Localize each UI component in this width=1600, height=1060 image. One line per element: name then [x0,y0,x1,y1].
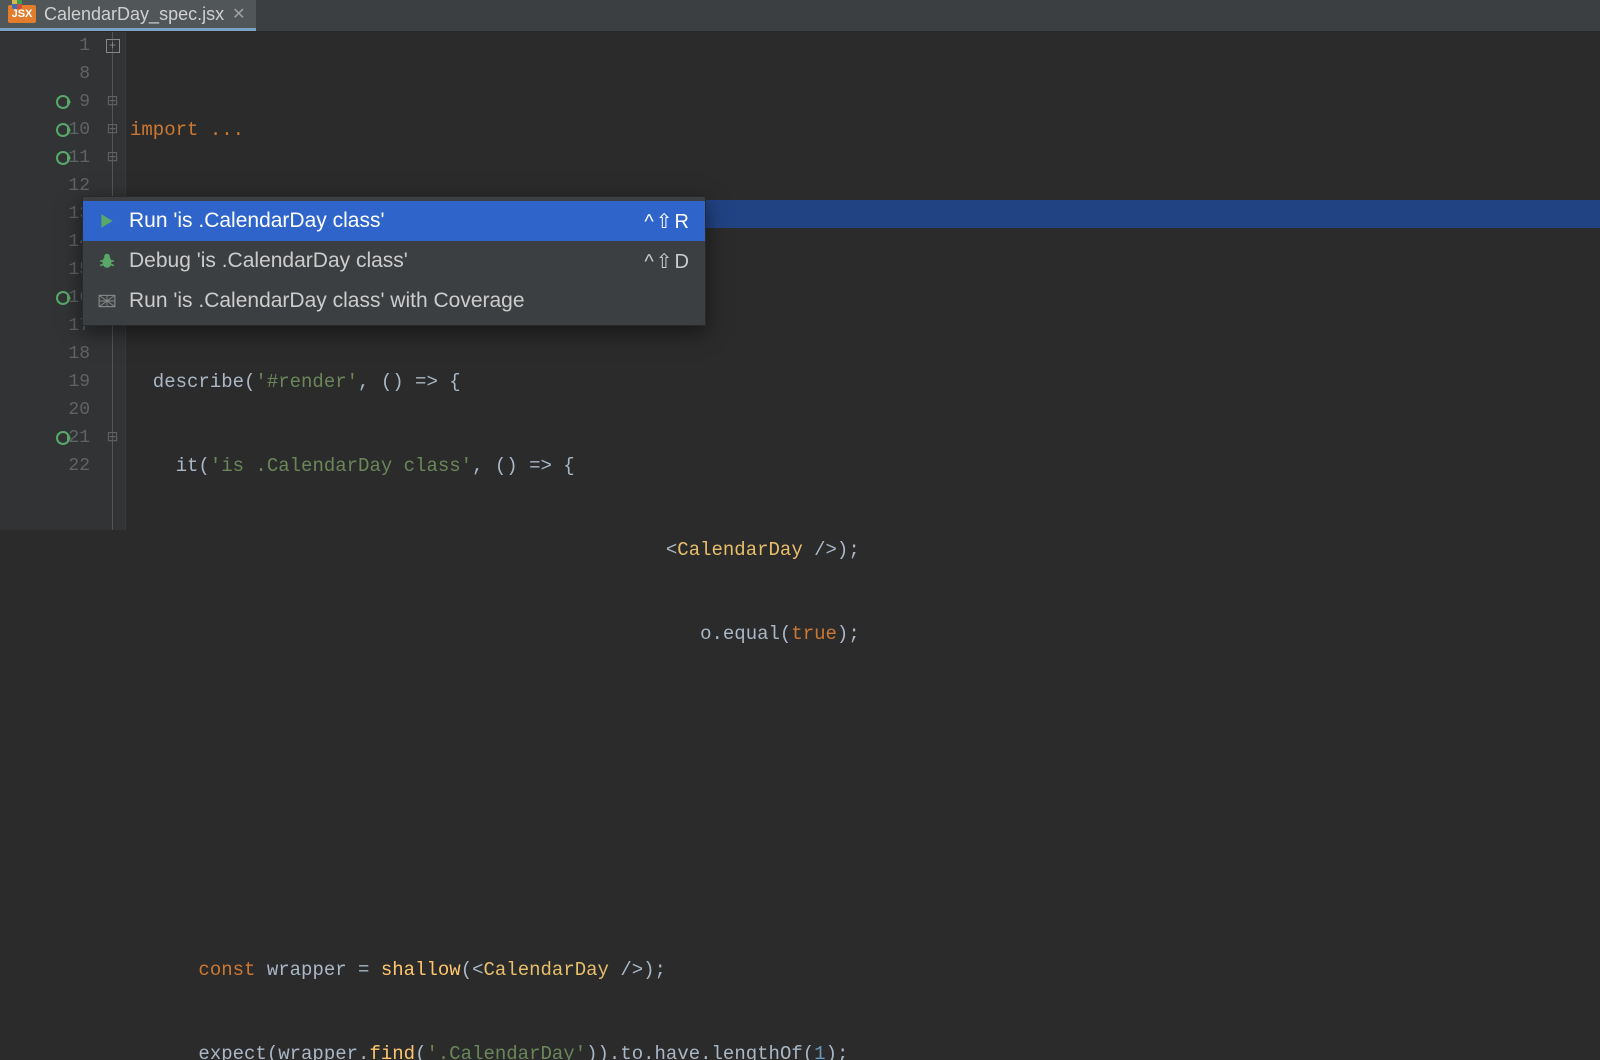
code-line: it('is .CalendarDay class', () => { [130,452,1600,480]
run-gutter-icon[interactable] [56,120,72,136]
code-line: expect(wrapper.find('.CalendarDay')).to.… [130,1040,1600,1060]
menu-item-label: Run 'is .CalendarDay class' [129,209,632,233]
line-number: 20 [0,396,90,424]
line-number: 12 [0,172,90,200]
fold-collapse-icon[interactable]: ⊟ [100,144,125,172]
line-number: 10 [0,116,90,144]
line-number: 18 [0,340,90,368]
run-gutter-icon[interactable] [56,428,72,444]
menu-item-coverage[interactable]: Run 'is .CalendarDay class' with Coverag… [83,281,705,321]
code-line [130,704,1600,732]
code-line [130,788,1600,816]
menu-item-run[interactable]: Run 'is .CalendarDay class' ^⇧R [83,201,705,241]
fold-collapse-icon[interactable]: ⊟ [100,116,125,144]
run-gutter-icon[interactable] [56,148,72,164]
line-number: 16 [0,284,90,312]
menu-item-label: Debug 'is .CalendarDay class' [129,249,632,273]
line-number: 8 [0,60,90,88]
coverage-icon [97,291,117,311]
jsx-file-icon: JSX [8,5,36,23]
menu-item-shortcut: ^⇧D [644,249,691,274]
fold-collapse-icon[interactable]: ⊟ [100,88,125,116]
tab-filename: CalendarDay_spec.jsx [44,4,224,25]
code-line: describe('#render', () => { [130,368,1600,396]
file-tab[interactable]: JSX CalendarDay_spec.jsx ✕ [0,0,256,31]
play-icon [97,211,117,231]
menu-item-label: Run 'is .CalendarDay class' with Coverag… [129,289,679,313]
line-number: 1 [0,32,90,60]
line-number: 9 [0,88,90,116]
fold-expand-icon[interactable]: + [100,32,125,60]
run-gutter-icon[interactable] [56,92,72,108]
code-line [130,872,1600,900]
close-icon[interactable]: ✕ [232,4,245,24]
menu-item-debug[interactable]: Debug 'is .CalendarDay class' ^⇧D [83,241,705,281]
line-number: 11 [0,144,90,172]
code-line: <CalendarDay />); [130,536,1600,564]
bug-icon [97,251,117,271]
tab-bar: JSX CalendarDay_spec.jsx ✕ [0,0,1600,32]
line-number: 21 [0,424,90,452]
line-number: 13 [0,200,90,228]
context-menu: Run 'is .CalendarDay class' ^⇧R Debug 'i… [82,196,706,326]
code-line: import ... [130,116,1600,144]
line-number: 22 [0,452,90,480]
code-line: o.equal(true); [130,620,1600,648]
run-gutter-icon[interactable] [56,288,72,304]
code-line: const wrapper = shallow(<CalendarDay />)… [130,956,1600,984]
fold-collapse-icon[interactable]: ⊟ [100,424,125,452]
line-number: 17 [0,312,90,340]
line-number: 14 [0,228,90,256]
menu-item-shortcut: ^⇧R [644,209,691,234]
line-number: 19 [0,368,90,396]
line-number: 15 [0,256,90,284]
